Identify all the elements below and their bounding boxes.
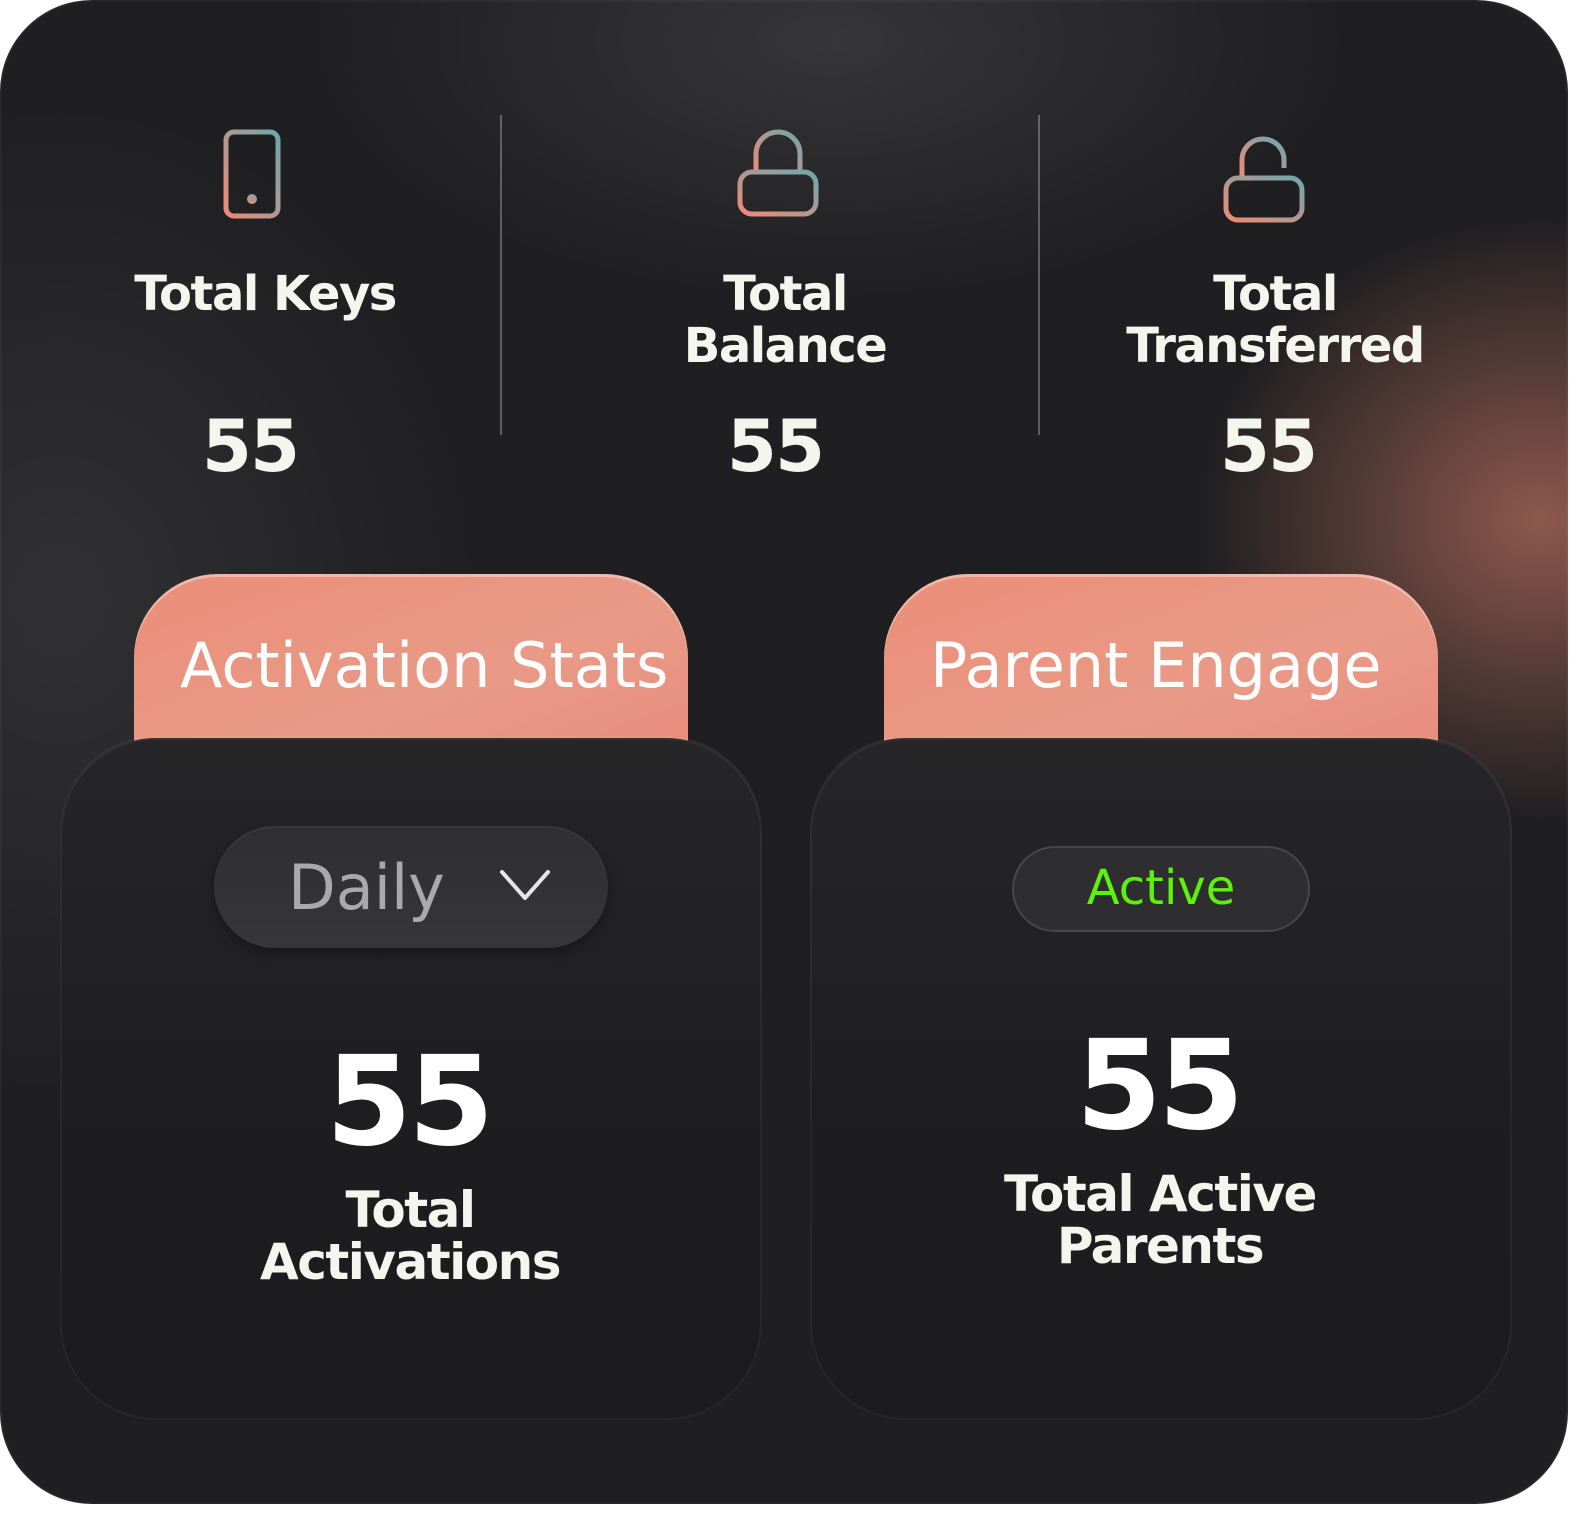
lock-icon (737, 129, 819, 217)
unlock-icon (1223, 136, 1305, 223)
stat-value: 55 (201, 404, 300, 488)
phone-icon (223, 129, 281, 219)
chevron-down-icon[interactable] (498, 866, 552, 906)
total-active-parents-value: 55 (1075, 1014, 1245, 1158)
divider (1038, 115, 1040, 435)
total-activations-label: Total Activations (260, 1181, 561, 1291)
stats-panel: Total Keys 55 Total Balance 55 Total Tra… (0, 0, 1568, 1504)
activation-stats-title: Activation Stats (180, 629, 669, 702)
status-badge-label: Active (1086, 860, 1236, 916)
stat-label: Total Transferred (1126, 266, 1425, 374)
stat-value: 55 (1219, 404, 1318, 488)
divider (500, 115, 502, 435)
stat-label: Total Balance (683, 266, 888, 374)
total-active-parents-label: Total Active Parents (1004, 1165, 1317, 1275)
total-activations-value: 55 (325, 1030, 495, 1174)
parent-engage-title: Parent Engage (930, 629, 1382, 702)
period-dropdown-label: Daily (288, 851, 445, 924)
stat-label: Total Keys (134, 266, 397, 322)
stat-value: 55 (726, 404, 825, 488)
